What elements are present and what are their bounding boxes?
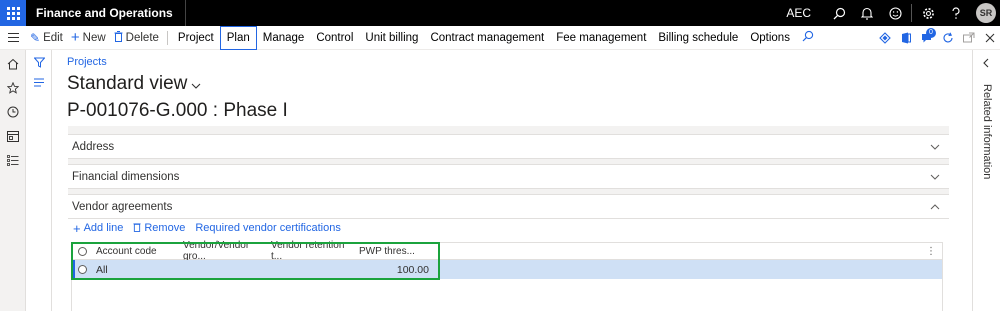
tab-options[interactable]: Options [744,26,796,50]
open-in-new-window-icon[interactable] [958,26,979,50]
new-button[interactable]: + New [67,26,110,50]
workspaces-icon[interactable] [0,124,26,148]
app-title[interactable]: Finance and Operations [26,0,186,26]
required-vendor-certifications-label: Required vendor certifications [195,222,341,234]
trash-icon [114,30,123,45]
plus-icon: + [70,29,80,46]
top-bar: Finance and Operations AEC SR [0,0,1000,26]
add-line-button[interactable]: + Add line [73,221,123,236]
divider [166,30,168,45]
help-icon[interactable] [942,0,970,26]
row-selection-marker [72,260,75,279]
bell-icon[interactable] [853,0,881,26]
avatar[interactable]: SR [976,3,996,23]
pencil-icon: ✎ [30,30,41,45]
address-fasttab: Address [68,134,949,159]
close-icon[interactable] [979,26,1000,50]
grid-header-row: Account code Vendor/Vendor gro... Vendor… [72,240,942,262]
star-icon[interactable] [0,76,26,100]
refresh-icon[interactable] [937,26,958,50]
list-icon[interactable] [26,72,52,92]
column-header-account-code[interactable]: Account code [92,246,181,257]
divider [911,4,912,22]
address-fasttab-title: Address [72,140,115,153]
hamburger-menu-icon[interactable] [0,26,26,50]
financial-dimensions-fasttab-header[interactable]: Financial dimensions [68,165,949,189]
vendor-agreements-fasttab: Vendor agreements + Add line Remove Requ… [68,194,949,311]
page-title: P-001076-G.000 : Phase I [67,100,288,121]
smiley-icon[interactable] [881,0,909,26]
column-header-pwp-threshold[interactable]: PWP thres... [357,246,435,257]
chevron-left-icon[interactable] [983,58,989,71]
vendor-agreements-grid: Account code Vendor/Vendor gro... Vendor… [71,240,943,311]
column-header-vendor-retention[interactable]: Vendor retention t... [269,240,357,262]
edit-button[interactable]: ✎ Edit [26,26,67,50]
address-fasttab-header[interactable]: Address [68,135,949,159]
column-header-vendor-group[interactable]: Vendor/Vendor gro... [181,240,269,262]
search-icon[interactable] [825,0,853,26]
vendor-agreements-fasttab-title: Vendor agreements [72,200,173,213]
company-picker[interactable]: AEC [786,6,811,20]
breadcrumb[interactable]: Projects [67,56,107,68]
chevron-down-icon [930,141,940,153]
select-all-checkbox[interactable] [72,246,92,256]
navigation-pane [0,50,26,311]
required-vendor-certifications-button[interactable]: Required vendor certifications [195,222,341,234]
gear-icon[interactable] [914,0,942,26]
filter-pane [26,50,52,311]
view-selector[interactable]: Standard view [67,73,201,95]
pwp-threshold-cell[interactable]: 100.00 [357,264,435,276]
tab-project[interactable]: Project [172,26,220,50]
chevron-down-icon [930,171,940,183]
tab-plan[interactable]: Plan [219,25,257,50]
action-pane: ✎ Edit + New Delete Project Plan Manage … [0,25,1000,50]
table-row[interactable]: All 100.00 [72,260,942,279]
office-icon[interactable] [895,26,916,50]
notification-badge: 0 [926,27,936,38]
account-code-cell[interactable]: All [92,264,181,276]
app-launcher-icon[interactable] [0,0,26,26]
tab-billing-schedule[interactable]: Billing schedule [652,26,744,50]
delete-button[interactable]: Delete [110,26,163,50]
clock-icon[interactable] [0,100,26,124]
tab-manage[interactable]: Manage [257,26,311,50]
add-line-label: Add line [83,222,124,234]
vendor-agreements-toolbar: + Add line Remove Required vendor certif… [68,219,949,237]
financial-dimensions-fasttab-title: Financial dimensions [72,170,180,183]
remove-label: Remove [144,222,186,234]
related-information-label: Related information [981,84,993,180]
modules-list-icon[interactable] [0,148,26,172]
delete-label: Delete [125,31,159,44]
search-icon[interactable] [802,30,814,45]
row-select-radio[interactable] [72,265,92,274]
attachment-icon[interactable]: 0 [916,26,937,50]
vendor-agreements-fasttab-header[interactable]: Vendor agreements [68,195,949,219]
edit-label: Edit [43,31,63,44]
trash-icon [133,222,141,235]
view-name: Standard view [67,73,188,94]
power-apps-icon[interactable] [874,26,895,50]
home-icon[interactable] [0,52,26,76]
tab-unit-billing[interactable]: Unit billing [359,26,424,50]
chevron-down-icon [191,80,201,92]
plus-icon: + [73,220,81,236]
remove-button[interactable]: Remove [133,222,185,235]
tab-control[interactable]: Control [310,26,359,50]
tab-contract-management[interactable]: Contract management [424,26,550,50]
main-content: Projects Standard view P-001076-G.000 : … [52,50,972,311]
related-information-pane[interactable]: Related information [972,50,1000,311]
tab-fee-management[interactable]: Fee management [550,26,652,50]
new-label: New [82,31,106,44]
financial-dimensions-fasttab: Financial dimensions [68,164,949,189]
filter-icon[interactable] [26,52,52,72]
section-spacer [68,126,949,134]
chevron-up-icon [930,201,940,213]
more-options-icon[interactable]: ⋮ [926,246,936,257]
